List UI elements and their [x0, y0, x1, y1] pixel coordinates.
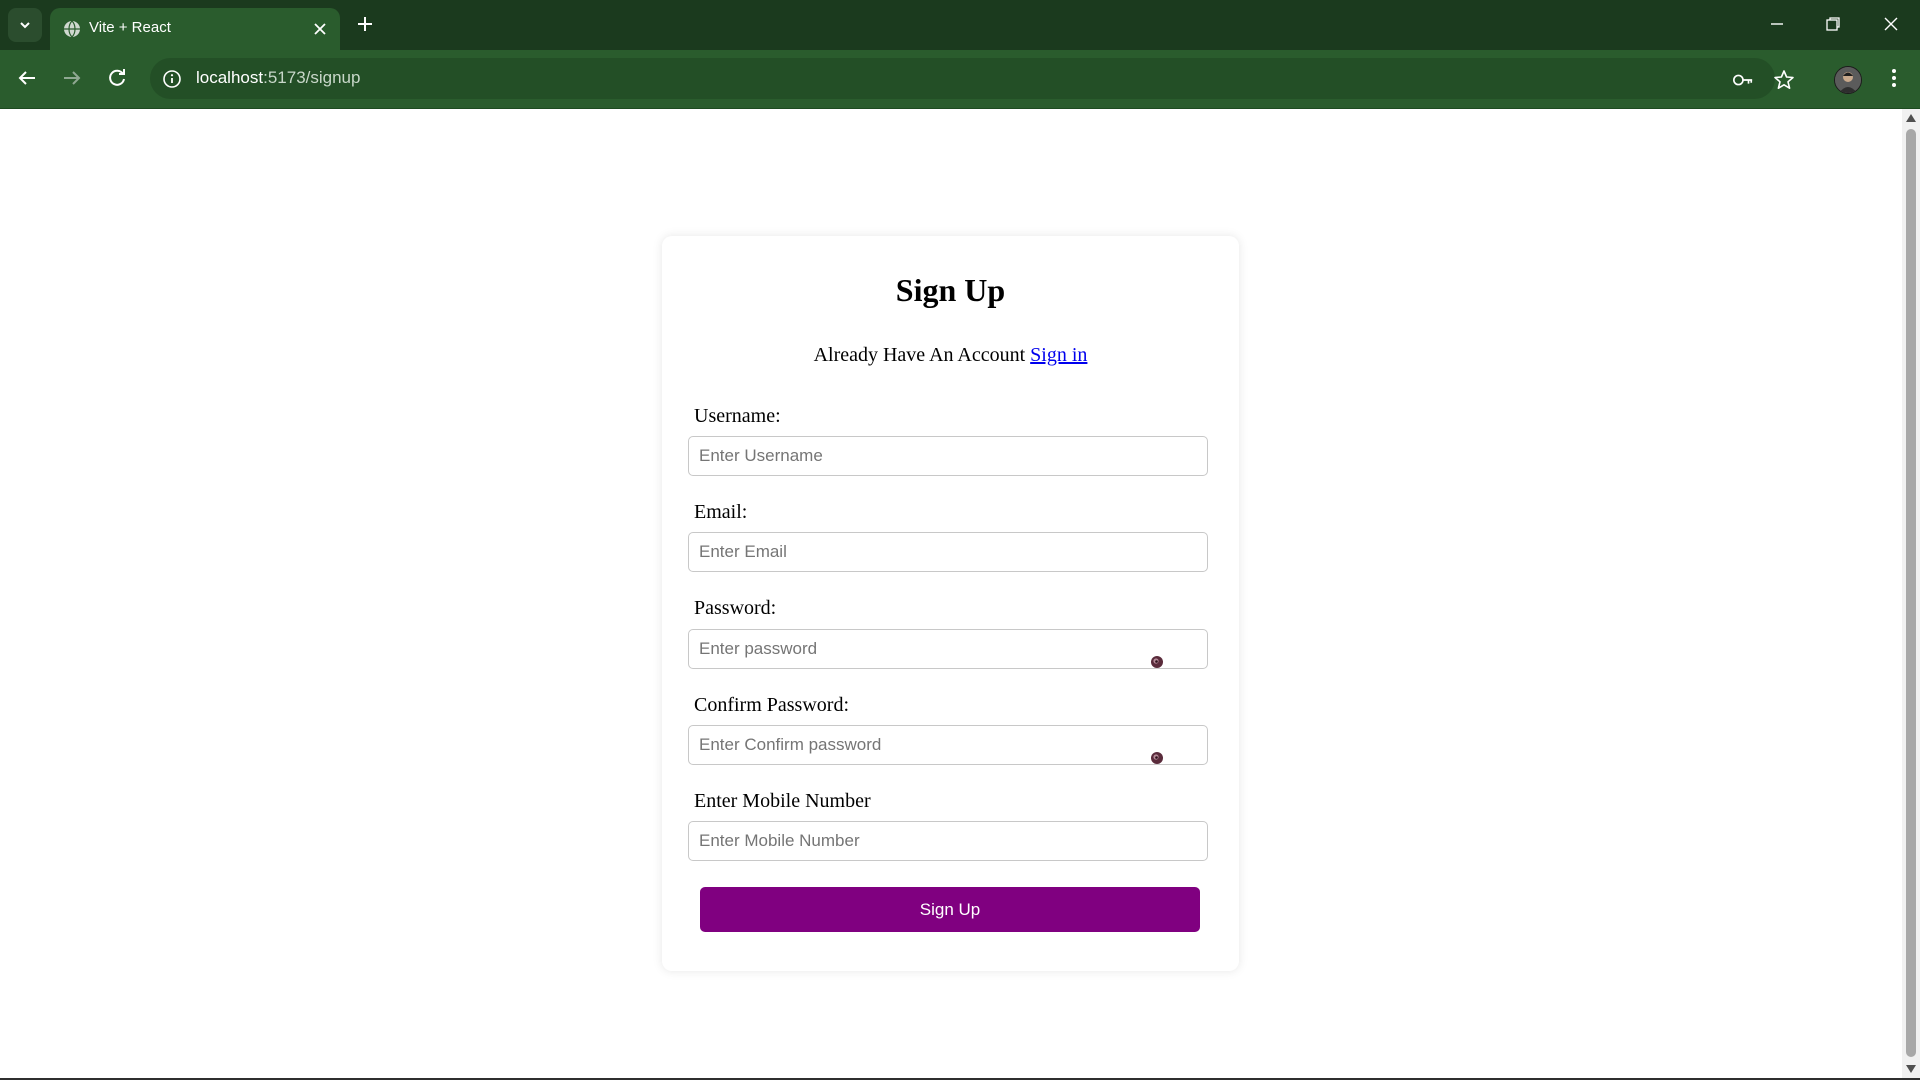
- signin-link[interactable]: Sign in: [1030, 344, 1087, 366]
- avatar[interactable]: [1834, 66, 1862, 94]
- scroll-down-icon[interactable]: [1906, 1065, 1916, 1073]
- profile-icon: [1835, 67, 1861, 93]
- email-label: Email:: [694, 501, 748, 523]
- close-window-icon[interactable]: [1880, 13, 1902, 35]
- url-host: localhost: [196, 68, 264, 87]
- address-bar[interactable]: localhost:5173/signup: [150, 58, 1794, 99]
- username-input[interactable]: [688, 436, 1208, 476]
- scrollbar-thumb[interactable]: [1906, 129, 1916, 1057]
- chevron-down-icon: [20, 22, 30, 29]
- username-label: Username:: [694, 405, 781, 427]
- info-icon[interactable]: [162, 69, 182, 89]
- eye-icon[interactable]: [1150, 655, 1164, 669]
- confirm-password-label: Confirm Password:: [694, 694, 849, 716]
- mobile-input[interactable]: [688, 821, 1208, 861]
- url-text: localhost:5173/signup: [196, 68, 360, 88]
- scrollbar[interactable]: [1902, 109, 1920, 1078]
- tab-strip: Vite + React: [0, 0, 1920, 50]
- kebab-menu-icon[interactable]: [1882, 66, 1906, 90]
- minimize-icon[interactable]: [1766, 13, 1788, 35]
- account-prompt-text: Already Have An Account: [813, 344, 1026, 366]
- key-icon[interactable]: [1732, 69, 1754, 91]
- tab-search-button[interactable]: [8, 8, 42, 42]
- reload-icon[interactable]: [105, 66, 129, 90]
- page-title: Sign Up: [895, 272, 1006, 308]
- account-prompt: Already Have An Account Sign in: [662, 344, 1239, 367]
- signup-card: Sign Up Already Have An Account Sign in …: [662, 236, 1239, 971]
- email-input[interactable]: [688, 532, 1208, 572]
- password-input[interactable]: [688, 629, 1208, 669]
- close-icon[interactable]: [312, 21, 328, 37]
- confirm-password-input[interactable]: [688, 725, 1208, 765]
- restore-icon[interactable]: [1822, 13, 1844, 35]
- tab-title: Vite + React: [89, 19, 171, 36]
- browser-toolbar: localhost:5173/signup: [0, 50, 1920, 109]
- eye-icon[interactable]: [1150, 751, 1164, 765]
- globe-icon: [64, 20, 80, 38]
- star-icon[interactable]: [1773, 69, 1795, 91]
- signup-button[interactable]: Sign Up: [700, 887, 1200, 932]
- arrow-left-icon[interactable]: [15, 66, 39, 90]
- new-tab-button[interactable]: [355, 14, 375, 34]
- browser-tab[interactable]: Vite + React: [50, 8, 340, 50]
- password-label: Password:: [694, 597, 777, 619]
- mobile-label: Enter Mobile Number: [694, 790, 871, 812]
- arrow-right-icon[interactable]: [60, 66, 84, 90]
- url-path: :5173/signup: [263, 68, 361, 87]
- scroll-up-icon[interactable]: [1906, 114, 1916, 122]
